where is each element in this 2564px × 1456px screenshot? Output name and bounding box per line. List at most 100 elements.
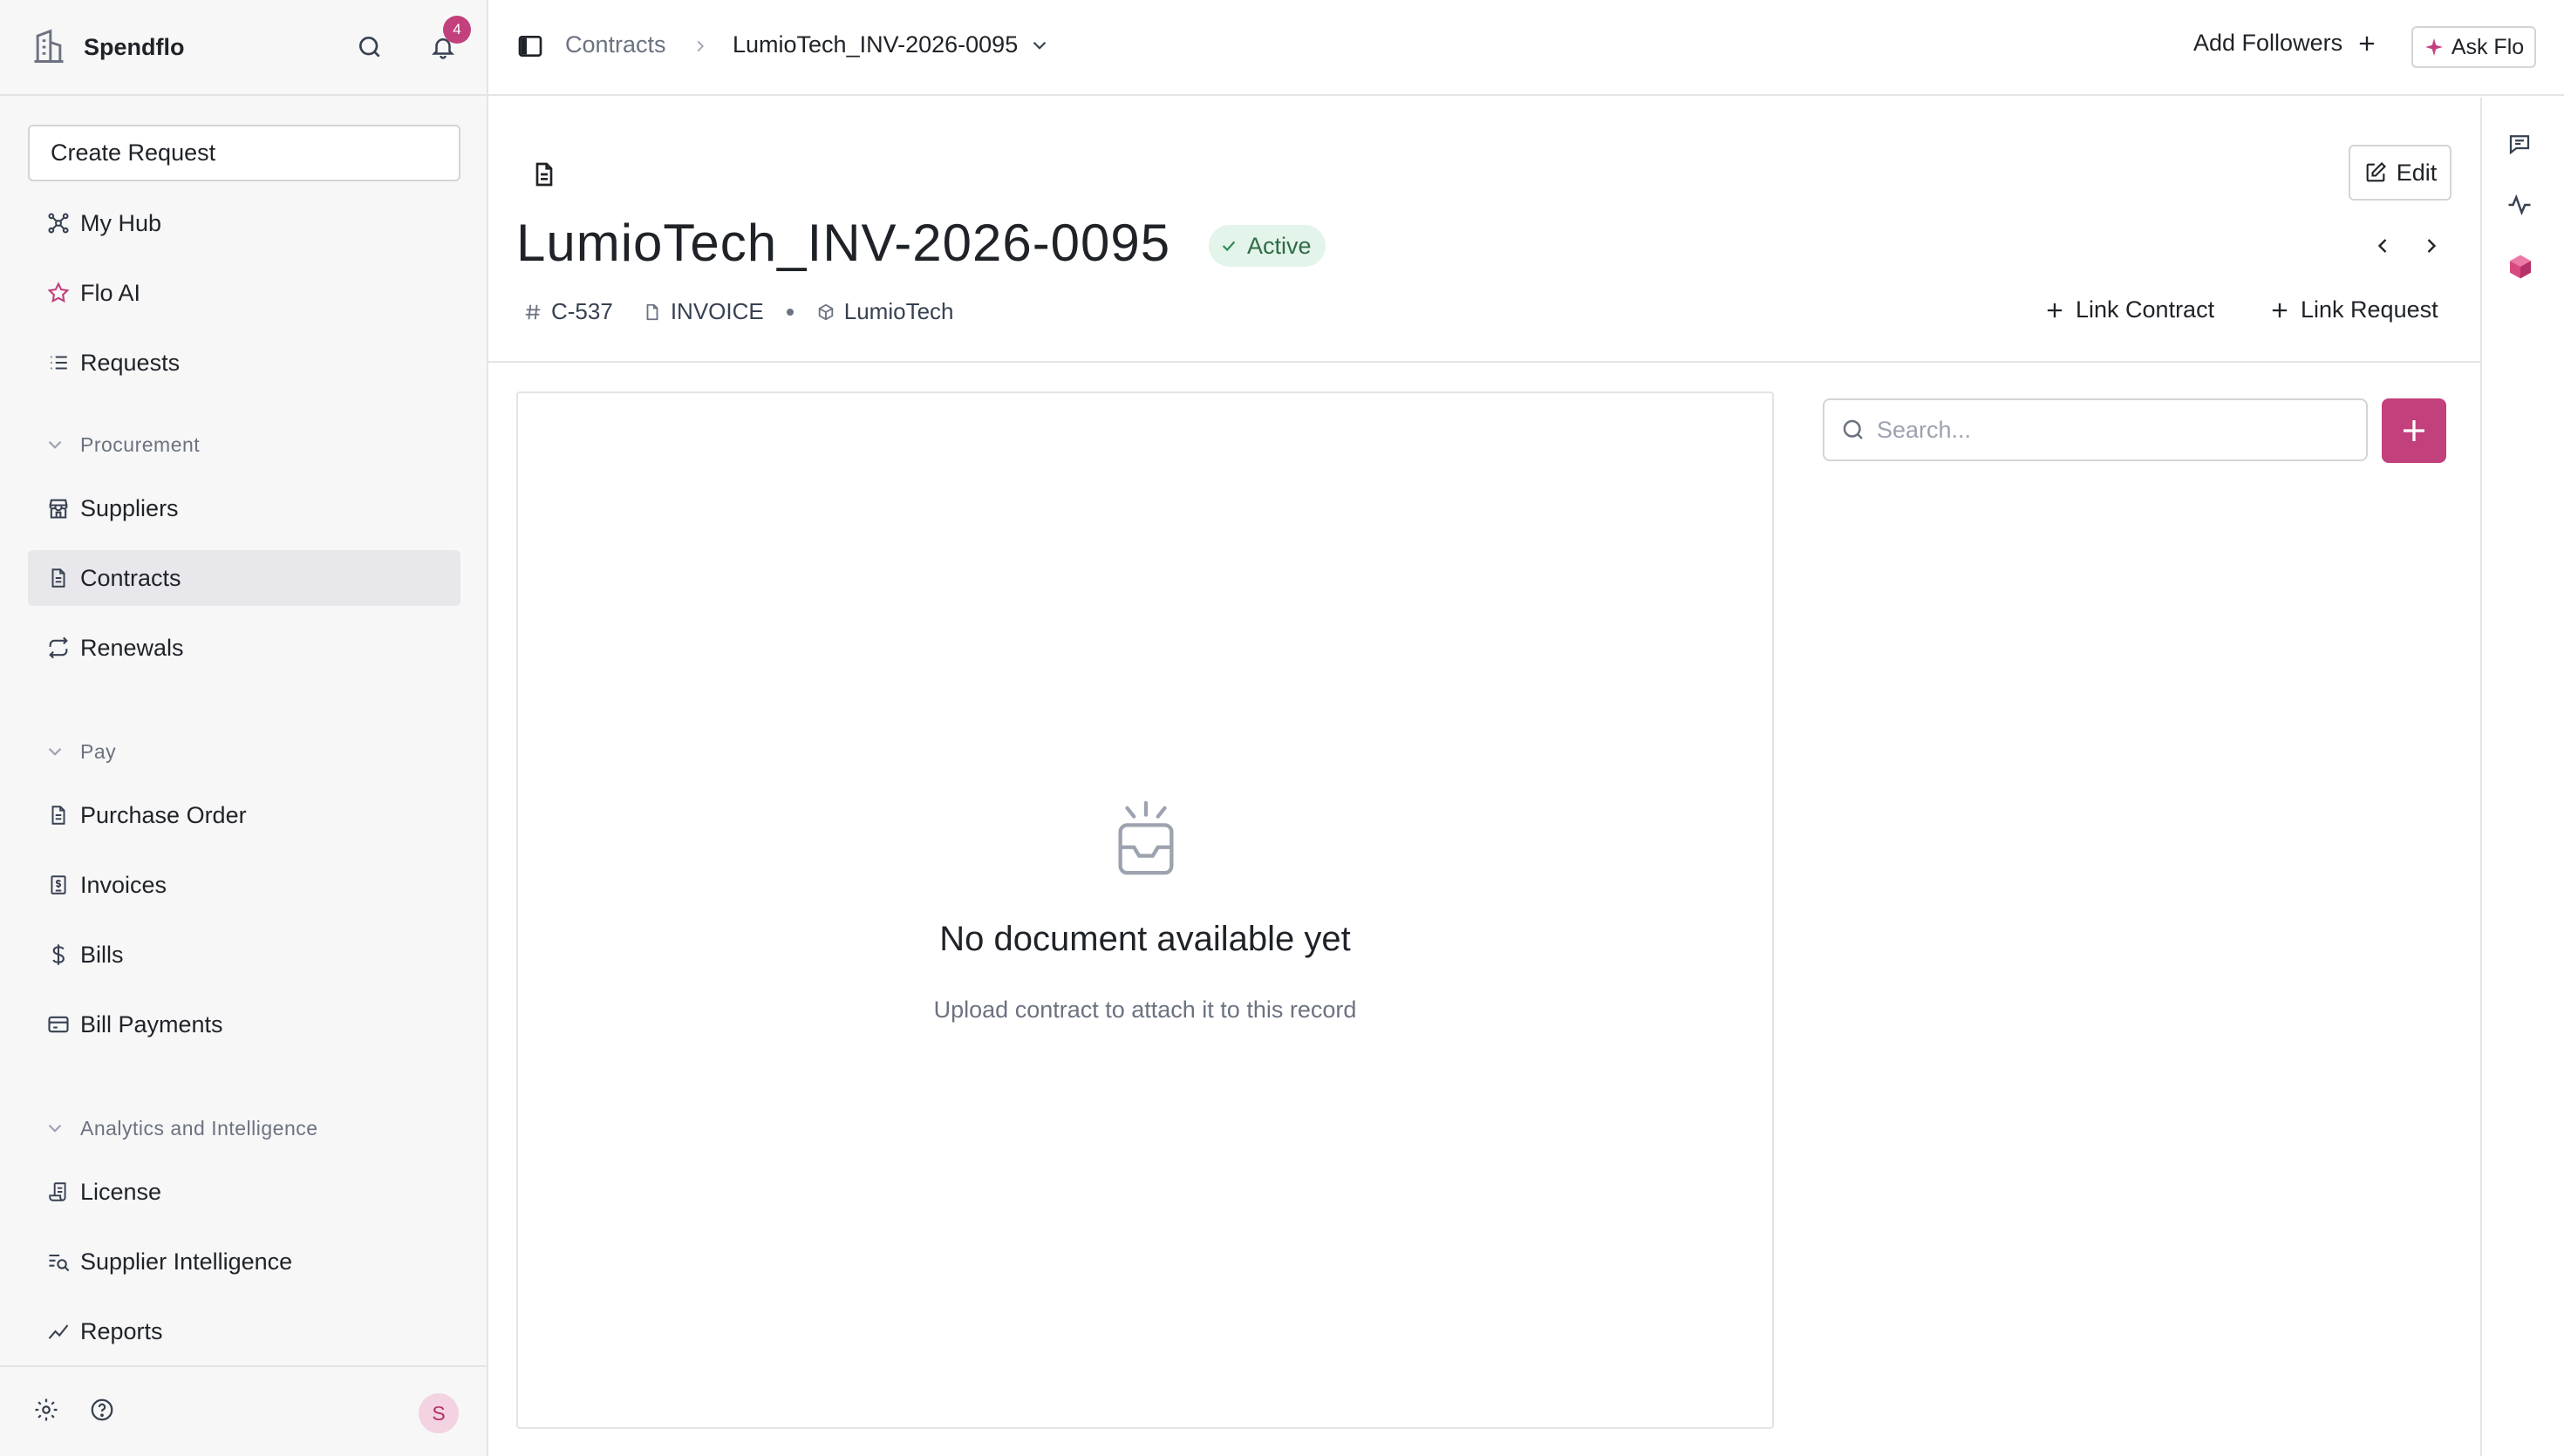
comment-icon[interactable] bbox=[2506, 131, 2538, 162]
link-request-button[interactable]: Link Request bbox=[2267, 296, 2438, 323]
breadcrumb-current-label: LumioTech_INV-2026-0095 bbox=[733, 31, 1019, 58]
chevron-down-icon bbox=[44, 740, 66, 763]
sidebar-item-reports[interactable]: Reports bbox=[28, 1303, 460, 1359]
section-procurement-toggle[interactable]: Procurement bbox=[44, 427, 200, 462]
search-icon bbox=[1840, 417, 1866, 443]
building-logo-icon bbox=[30, 28, 68, 66]
sidebar-item-my-hub[interactable]: My Hub bbox=[28, 195, 460, 251]
breadcrumb-current-record[interactable]: LumioTech_INV-2026-0095 bbox=[733, 31, 1051, 58]
link-contract-label: Link Contract bbox=[2076, 296, 2215, 323]
empty-inbox-icon bbox=[1111, 799, 1181, 878]
trend-icon bbox=[44, 1317, 73, 1346]
search-field bbox=[1823, 398, 2368, 461]
repeat-icon bbox=[44, 633, 73, 663]
store-icon bbox=[44, 493, 73, 523]
chevron-left-icon bbox=[2377, 239, 2387, 253]
top-header: Contracts LumioTech_INV-2026-0095 Add Fo… bbox=[488, 0, 2564, 96]
star-icon bbox=[44, 278, 73, 308]
sidebar-footer: S bbox=[0, 1365, 487, 1456]
search-input[interactable] bbox=[1877, 416, 2348, 444]
notifications-button[interactable]: 4 bbox=[426, 16, 471, 65]
record-type: INVOICE bbox=[643, 298, 764, 325]
section-pay-toggle[interactable]: Pay bbox=[44, 734, 116, 769]
chevron-down-icon bbox=[44, 1117, 66, 1140]
notification-count-badge: 4 bbox=[443, 16, 471, 44]
create-request-button[interactable]: Create Request bbox=[28, 125, 460, 181]
sidebar-item-label: Bill Payments bbox=[80, 1010, 223, 1038]
sidebar-item-label: My Hub bbox=[80, 209, 162, 236]
section-title: Pay bbox=[80, 739, 117, 763]
sidebar-item-license[interactable]: License bbox=[28, 1164, 460, 1220]
add-followers-label: Add Followers bbox=[2193, 30, 2343, 56]
section-title: Procurement bbox=[80, 432, 201, 456]
sidebar-item-label: Reports bbox=[80, 1317, 163, 1344]
plus-icon bbox=[2355, 31, 2379, 56]
plus-icon bbox=[2267, 298, 2292, 323]
page-title: LumioTech_INV-2026-0095 bbox=[516, 214, 1171, 272]
sidebar-item-label: Purchase Order bbox=[80, 801, 247, 828]
plus-icon bbox=[2398, 415, 2430, 446]
sidebar-item-purchase-order[interactable]: Purchase Order bbox=[28, 787, 460, 843]
list-icon bbox=[44, 348, 73, 378]
ask-flo-label: Ask Flo bbox=[2451, 34, 2525, 59]
sidebar-item-bill-payments[interactable]: Bill Payments bbox=[28, 997, 460, 1052]
card-icon bbox=[44, 1010, 73, 1039]
record-id: C-537 bbox=[523, 298, 613, 325]
previous-record-button[interactable] bbox=[2370, 234, 2395, 258]
record-supplier[interactable]: LumioTech bbox=[816, 298, 954, 325]
check-icon bbox=[1219, 236, 1238, 255]
record-supplier-value: LumioTech bbox=[843, 298, 954, 324]
sidebar-item-requests[interactable]: Requests bbox=[28, 335, 460, 391]
edit-button[interactable]: Edit bbox=[2349, 145, 2451, 201]
empty-state-subtitle: Upload contract to attach it to this rec… bbox=[933, 997, 1357, 1023]
chevron-down-icon bbox=[44, 433, 66, 456]
sidebar-item-label: Bills bbox=[80, 941, 124, 968]
hub-icon bbox=[44, 208, 73, 238]
sidebar-item-suppliers[interactable]: Suppliers bbox=[28, 480, 460, 536]
search-list-icon bbox=[44, 1247, 73, 1276]
sidebar-item-renewals[interactable]: Renewals bbox=[28, 620, 460, 676]
sidebar-item-bills[interactable]: Bills bbox=[28, 927, 460, 983]
link-contract-button[interactable]: Link Contract bbox=[2042, 296, 2214, 323]
header-divider bbox=[488, 361, 2480, 363]
document-icon bbox=[643, 303, 662, 322]
sidebar-item-flo-ai[interactable]: Flo AI bbox=[28, 265, 460, 321]
sidebar: Spendflo 4 Create Request My Hub Flo AI … bbox=[0, 0, 488, 1456]
sparkle-icon bbox=[2424, 37, 2445, 58]
next-record-button[interactable] bbox=[2419, 234, 2444, 258]
chevron-down-icon bbox=[1028, 34, 1051, 57]
record-id-value: C-537 bbox=[551, 298, 613, 324]
document-icon bbox=[530, 160, 560, 190]
help-icon[interactable] bbox=[89, 1397, 119, 1426]
section-analytics-toggle[interactable]: Analytics and Intelligence bbox=[44, 1111, 318, 1146]
sidebar-item-label: License bbox=[80, 1178, 162, 1205]
sidebar-item-contracts[interactable]: Contracts bbox=[28, 550, 460, 606]
sidebar-item-label: Requests bbox=[80, 349, 181, 376]
ask-flo-button[interactable]: Ask Flo bbox=[2411, 26, 2536, 68]
avatar[interactable]: S bbox=[419, 1393, 459, 1433]
sidebar-toggle-icon[interactable] bbox=[516, 32, 546, 62]
sidebar-item-invoices[interactable]: Invoices bbox=[28, 857, 460, 913]
breadcrumb-contracts[interactable]: Contracts bbox=[565, 31, 666, 58]
hash-icon bbox=[523, 303, 542, 322]
add-button[interactable] bbox=[2382, 398, 2446, 463]
search-button[interactable] bbox=[352, 30, 387, 65]
record-type-value: INVOICE bbox=[670, 298, 764, 324]
cube-app-icon[interactable] bbox=[2506, 253, 2538, 284]
sidebar-item-label: Suppliers bbox=[80, 494, 179, 521]
activity-icon[interactable] bbox=[2506, 192, 2538, 223]
right-icon-rail bbox=[2480, 98, 2564, 1456]
sidebar-item-label: Contracts bbox=[80, 564, 181, 591]
chevron-right-icon bbox=[691, 37, 710, 56]
meta-separator bbox=[786, 308, 794, 316]
chevron-right-icon bbox=[2427, 239, 2437, 253]
gear-icon[interactable] bbox=[33, 1397, 63, 1426]
section-title: Analytics and Intelligence bbox=[80, 1116, 318, 1140]
status-badge: Active bbox=[1209, 225, 1326, 267]
sidebar-item-label: Invoices bbox=[80, 871, 167, 898]
status-label: Active bbox=[1247, 232, 1312, 259]
add-followers-button[interactable]: Add Followers bbox=[2193, 30, 2379, 57]
sidebar-item-label: Renewals bbox=[80, 634, 184, 661]
sidebar-item-supplier-intelligence[interactable]: Supplier Intelligence bbox=[28, 1234, 460, 1289]
receipt-icon bbox=[44, 870, 73, 900]
